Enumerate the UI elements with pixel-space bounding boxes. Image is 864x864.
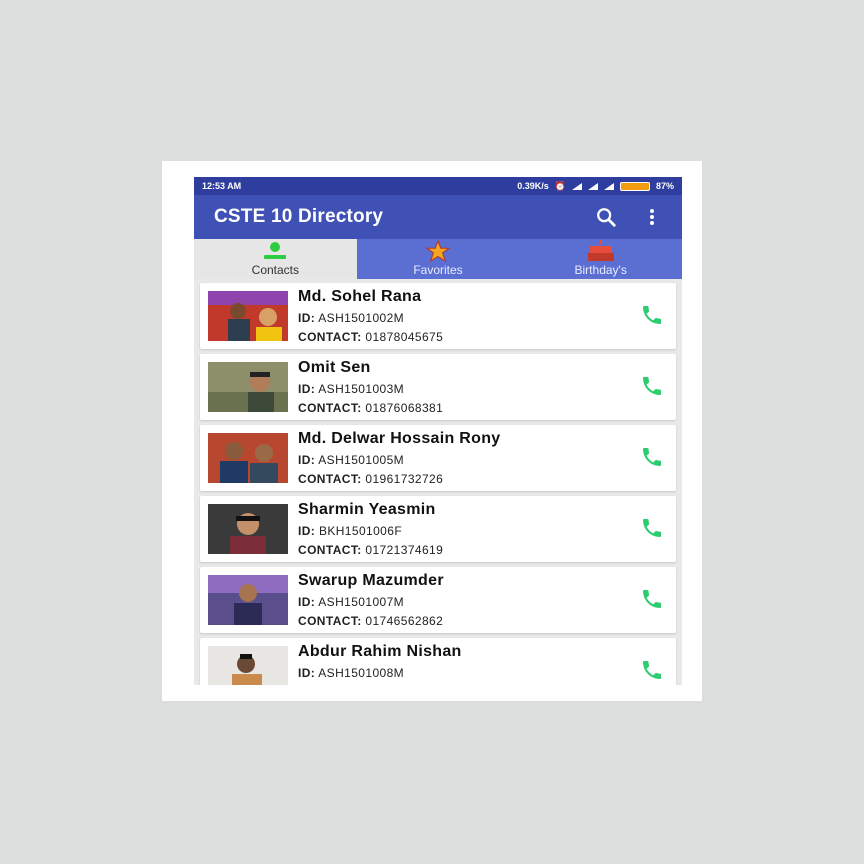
signal-icon (587, 182, 598, 190)
contact-label: CONTACT: (298, 401, 362, 415)
status-bar: 12:53 AM 0.39K/s ⏰ 87% (194, 177, 682, 195)
contact-id-line: ID: ASH1501007M (298, 595, 404, 609)
screenshot-frame: 12:53 AM 0.39K/s ⏰ 87% CSTE 10 Directory (162, 161, 702, 701)
contact-phone: 01721374619 (365, 543, 444, 557)
contact-phone: 01878045675 (365, 330, 444, 344)
phone-icon[interactable] (640, 658, 664, 682)
id-label: ID: (298, 524, 316, 538)
phone-screen: 12:53 AM 0.39K/s ⏰ 87% CSTE 10 Directory (194, 177, 682, 685)
contact-phone: 01746562862 (365, 614, 444, 628)
contact-card[interactable]: Md. Delwar Hossain Rony ID: ASH1501005M … (200, 425, 676, 491)
network-speed: 0.39K/s (517, 181, 549, 191)
contact-id-line: ID: ASH1501005M (298, 453, 404, 467)
contact-phone-line: CONTACT: 01746562862 (298, 614, 443, 628)
contact-name: Swarup Mazumder (298, 572, 444, 589)
contact-card[interactable]: Omit Sen ID: ASH1501003M CONTACT: 018760… (200, 354, 676, 420)
contact-id-line: ID: ASH1501003M (298, 382, 404, 396)
contact-name: Md. Delwar Hossain Rony (298, 430, 501, 447)
cake-icon (586, 239, 616, 263)
id-label: ID: (298, 311, 316, 325)
contact-id-line: ID: ASH1501008M (298, 666, 404, 680)
id-label: ID: (298, 595, 316, 609)
contact-label: CONTACT: (298, 472, 362, 486)
search-icon[interactable] (592, 203, 620, 231)
id-label: ID: (298, 666, 316, 680)
status-icons: 0.39K/s ⏰ 87% (517, 181, 674, 192)
tab-label-favorites: Favorites (413, 263, 463, 277)
avatar (208, 433, 288, 483)
person-icon (260, 239, 290, 263)
contact-phone-line: CONTACT: 01961732726 (298, 472, 443, 486)
battery-icon (619, 181, 650, 191)
avatar (208, 362, 288, 412)
id-label: ID: (298, 382, 316, 396)
tab-contacts[interactable]: Contacts (194, 239, 357, 279)
contact-label: CONTACT: (298, 543, 362, 557)
app-title: CSTE 10 Directory (214, 206, 384, 227)
contact-id-line: ID: BKH1501006F (298, 524, 402, 538)
signal-icon-2 (603, 182, 614, 190)
avatar (208, 291, 288, 341)
contact-name: Sharmin Yeasmin (298, 501, 436, 518)
contact-phone-line: CONTACT: 01876068381 (298, 401, 443, 415)
contact-id: ASH1501008M (318, 666, 405, 680)
phone-icon[interactable] (640, 303, 664, 327)
alarm-icon: ⏰ (554, 180, 566, 191)
contact-phone: 01876068381 (365, 401, 444, 415)
contact-id: BKH1501006F (318, 524, 403, 538)
contact-label: CONTACT: (298, 614, 362, 628)
contact-phone: 01961732726 (365, 472, 444, 486)
avatar (208, 646, 288, 685)
contact-card[interactable]: Swarup Mazumder ID: ASH1501007M CONTACT:… (200, 567, 676, 633)
contact-id: ASH1501007M (318, 595, 405, 609)
phone-icon[interactable] (640, 445, 664, 469)
phone-icon[interactable] (640, 587, 664, 611)
wifi-icon (571, 182, 582, 190)
tab-label-contacts: Contacts (251, 263, 300, 277)
contact-list: Md. Sohel Rana ID: ASH1501002M CONTACT: … (200, 283, 676, 685)
contact-card[interactable]: Md. Sohel Rana ID: ASH1501002M CONTACT: … (200, 283, 676, 349)
tab-bar: Contacts Favorites Birthday's (194, 239, 682, 279)
contact-phone-line: CONTACT: 01878045675 (298, 330, 443, 344)
contact-label: CONTACT: (298, 330, 362, 344)
contact-name: Omit Sen (298, 359, 371, 376)
contact-name: Abdur Rahim Nishan (298, 643, 462, 660)
contact-id: ASH1501002M (318, 311, 405, 325)
star-icon (425, 239, 451, 263)
contact-card[interactable]: Sharmin Yeasmin ID: BKH1501006F CONTACT:… (200, 496, 676, 562)
tab-label-birthdays: Birthday's (574, 263, 627, 277)
status-time: 12:53 AM (202, 181, 242, 191)
avatar (208, 575, 288, 625)
avatar (208, 504, 288, 554)
contact-card[interactable]: Abdur Rahim Nishan ID: ASH1501008M (200, 638, 676, 685)
contact-phone-line: CONTACT: 01721374619 (298, 543, 443, 557)
contact-id: ASH1501003M (318, 382, 405, 396)
app-bar: CSTE 10 Directory (194, 195, 682, 239)
tab-favorites[interactable]: Favorites (356, 239, 520, 279)
battery-percent: 87% (655, 181, 674, 191)
id-label: ID: (298, 453, 316, 467)
contact-name: Md. Sohel Rana (298, 288, 422, 305)
more-vert-icon[interactable] (638, 203, 666, 231)
phone-icon[interactable] (640, 374, 664, 398)
contact-id: ASH1501005M (318, 453, 405, 467)
contact-id-line: ID: ASH1501002M (298, 311, 404, 325)
phone-icon[interactable] (640, 516, 664, 540)
tab-birthdays[interactable]: Birthday's (519, 239, 682, 279)
